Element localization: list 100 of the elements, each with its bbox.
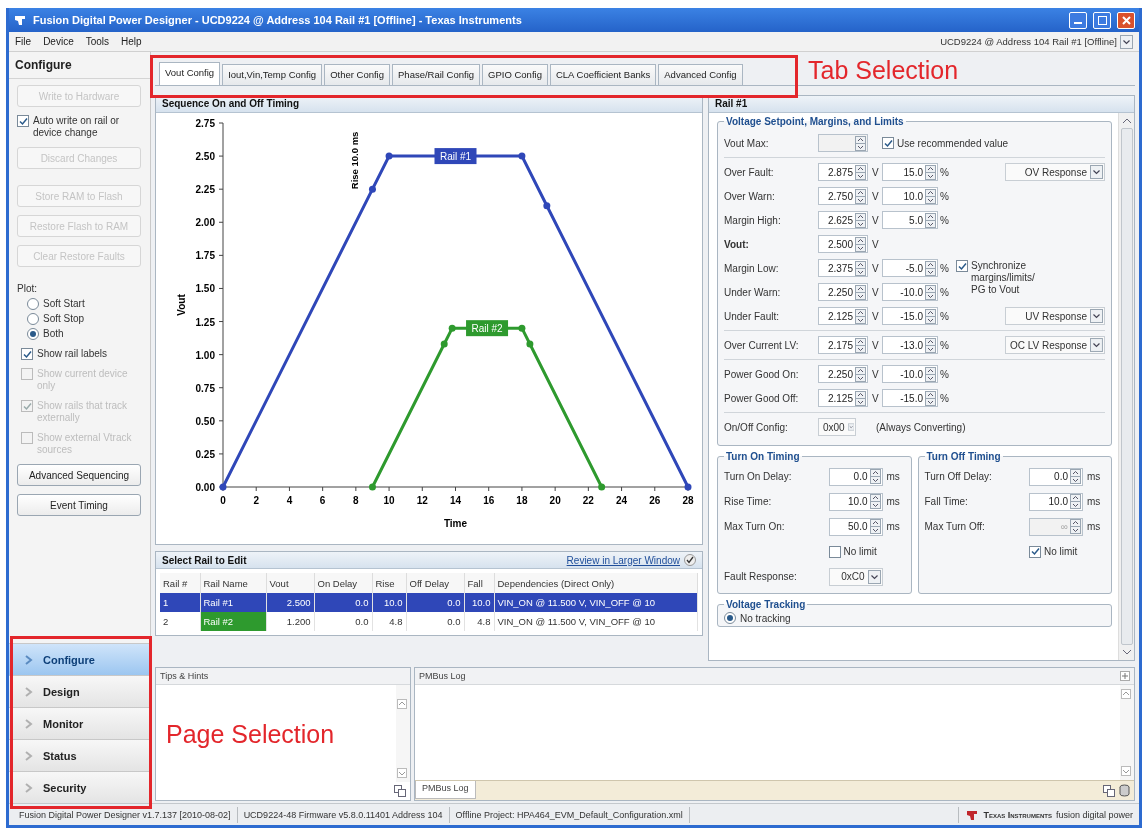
table-cell: 0.0 (314, 612, 372, 631)
checkbox[interactable] (828, 545, 841, 558)
number-field[interactable]: 2.500 (818, 235, 868, 253)
sidebar-button[interactable]: Advanced Sequencing (17, 464, 141, 486)
checkbox[interactable] (17, 115, 29, 127)
number-field[interactable]: -15.0 (882, 389, 938, 407)
spin-arrows-icon (925, 164, 936, 180)
tick-label: 1.50 (195, 283, 215, 295)
tab[interactable]: Advanced Config (658, 64, 743, 85)
pin-icon (1120, 671, 1130, 681)
tick-label: 2.75 (195, 118, 215, 129)
tick-label: 1.75 (195, 250, 215, 262)
page-button[interactable]: Status (9, 739, 150, 771)
spin-arrows-icon (855, 308, 866, 324)
rail-label: Rail #1 (434, 148, 477, 165)
number-field[interactable]: -10.0 (882, 283, 938, 301)
tab[interactable]: Other Config (324, 64, 390, 85)
review-link[interactable]: Review in Larger Window (566, 554, 680, 566)
number-field[interactable]: -15.0 (882, 307, 938, 325)
number-field[interactable]: 5.0 (882, 211, 938, 229)
spin-arrows-icon (925, 308, 936, 324)
number-field[interactable] (818, 134, 868, 152)
spin-arrows-icon (925, 284, 936, 300)
table-cell: 10.0 (372, 593, 406, 612)
dropdown[interactable]: 0xC0 (828, 567, 883, 586)
dropdown[interactable]: OC LV Response (1005, 336, 1105, 354)
menu-item[interactable]: Help (121, 36, 142, 47)
scrollbar[interactable] (1118, 113, 1134, 660)
scrollbar[interactable] (396, 685, 410, 782)
number-field[interactable]: -10.0 (882, 365, 938, 383)
number-field[interactable]: 2.125 (818, 389, 868, 407)
page-button[interactable]: Design (9, 675, 150, 707)
tab[interactable]: Vout Config (159, 62, 221, 85)
log-tab[interactable]: PMBus Log (415, 781, 476, 799)
dropdown[interactable]: OV Response (1005, 163, 1105, 181)
page-button[interactable]: Security (9, 771, 150, 803)
tab[interactable]: GPIO Config (482, 64, 548, 85)
scrollbar[interactable] (1120, 685, 1134, 780)
menu-item[interactable]: Device (43, 36, 74, 47)
tick-label: 0.75 (195, 382, 215, 394)
tab[interactable]: Phase/Rail Config (392, 64, 481, 85)
minimize-button[interactable] (1069, 11, 1087, 29)
tick-label: 8 (353, 495, 359, 506)
number-field[interactable]: 2.750 (818, 187, 868, 205)
unit-label: V (871, 286, 880, 298)
table-cell: 1.200 (266, 612, 314, 631)
number-field[interactable]: 10.0 (1029, 492, 1083, 511)
sidebar-button[interactable]: Event Timing (17, 494, 141, 516)
number-field[interactable]: 2.875 (818, 163, 868, 181)
page-button[interactable]: Monitor (9, 707, 150, 739)
menu-item[interactable]: Tools (85, 36, 110, 47)
spin-arrows-icon (869, 469, 881, 484)
table-row[interactable]: 1 Rail #1 2.500 0.0 10.0 0.0 10.0 VIN_ON @ 11.500 V, VIN_OFF @ 10 (160, 593, 698, 612)
number-field[interactable]: 2.625 (818, 211, 868, 229)
radio-button[interactable] (27, 328, 39, 340)
menu-item[interactable]: File (15, 36, 32, 47)
radio-button[interactable] (724, 612, 736, 624)
field-label: On/Off Config: (724, 421, 789, 433)
checkbox[interactable] (882, 137, 894, 149)
number-field[interactable]: 50.0 (828, 517, 883, 536)
page-button[interactable]: Configure (9, 643, 150, 675)
number-field[interactable]: 15.0 (882, 163, 938, 181)
table-row[interactable]: 2 Rail #2 1.200 0.0 4.8 0.0 4.8 VIN_ON @ 11.500 V, VIN_OFF @ 10 (160, 612, 698, 631)
number-field[interactable]: 0.0 (1029, 467, 1083, 486)
field-label: Margin High: (724, 214, 782, 226)
spin-arrows-icon (855, 135, 866, 151)
checkbox[interactable] (956, 260, 968, 272)
number-field[interactable]: -13.0 (882, 336, 938, 354)
spin-arrows-icon (925, 260, 936, 276)
unit-label: V (871, 190, 880, 202)
radio-button[interactable] (27, 298, 39, 310)
number-field[interactable]: 10.0 (828, 492, 883, 511)
number-field[interactable]: 2.175 (818, 336, 868, 354)
checkbox[interactable] (1029, 545, 1041, 558)
column-header: Rail Name (200, 573, 266, 593)
database-icon (1119, 784, 1130, 797)
status-text: UCD9224-48 Firmware v5.8.0.11401 Address 104 (237, 806, 450, 823)
dropdown[interactable]: 0x00 (818, 418, 856, 436)
tab[interactable]: Iout,Vin,Temp Config (222, 64, 323, 85)
device-selector[interactable]: UCD9224 @ Address 104 Rail #1 [Offline] (940, 36, 1117, 47)
tab[interactable]: CLA Coefficient Banks (549, 64, 657, 85)
number-field[interactable]: 10.0 (882, 187, 938, 205)
panel-title: Configure (9, 52, 150, 79)
panel-title: Select Rail to Edit (162, 554, 247, 566)
number-field[interactable]: 2.250 (818, 283, 868, 301)
number-field[interactable]: 0.0 (828, 467, 883, 486)
up-arrow-icon (397, 699, 407, 709)
tick-label: 26 (649, 495, 661, 506)
maximize-button[interactable] (1093, 11, 1111, 29)
tick-label: 10 (383, 495, 395, 506)
number-field[interactable]: 2.125 (818, 307, 868, 325)
radio-button[interactable] (27, 313, 39, 325)
number-field[interactable]: 2.250 (818, 365, 868, 383)
number-field[interactable]: -5.0 (882, 259, 938, 277)
checkbox[interactable] (21, 348, 33, 360)
number-field[interactable]: 2.375 (818, 259, 868, 277)
tick-label: 0.50 (195, 415, 215, 427)
panel-title: Tips & Hints (160, 671, 209, 681)
dropdown[interactable]: UV Response (1005, 307, 1105, 325)
close-button[interactable] (1117, 11, 1135, 29)
